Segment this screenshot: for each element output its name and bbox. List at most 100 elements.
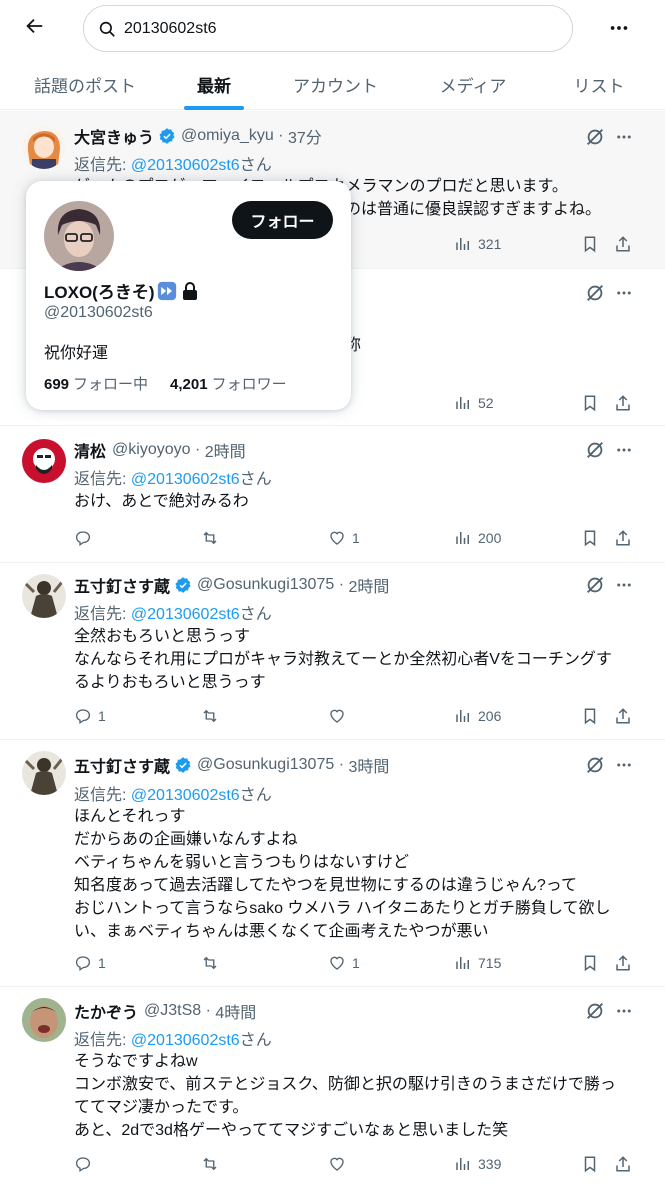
bookmark-button[interactable] — [581, 705, 599, 727]
avatar[interactable] — [22, 998, 66, 1042]
bookmark-button[interactable] — [581, 952, 599, 974]
back-button[interactable] — [18, 10, 50, 42]
repost-button[interactable] — [201, 952, 225, 974]
share-button[interactable] — [614, 527, 632, 549]
like-button[interactable]: 1 — [328, 527, 360, 549]
reply-button[interactable] — [74, 527, 98, 549]
author-handle[interactable]: @J3tS8 — [144, 1002, 201, 1020]
more-dots-icon — [617, 291, 631, 295]
hover-card-stats: 699 フォロー中 4,201 フォロワー — [44, 373, 287, 394]
author-handle[interactable]: @Gosunkugi13075 — [197, 756, 334, 774]
tweet-card[interactable]: 清松 @kiyoyoyo · 2時間 返信先: @20130602st6さん お… — [0, 427, 665, 563]
author-name[interactable]: 五寸釘さす蔵 — [74, 573, 170, 597]
grok-button[interactable] — [584, 126, 606, 148]
reply-icon — [75, 531, 91, 547]
tweet-header: たかぞう @J3tS8 · 4時間 — [74, 1000, 256, 1022]
share-button[interactable] — [614, 392, 632, 414]
bookmark-button[interactable] — [581, 527, 599, 549]
avatar[interactable] — [22, 125, 66, 169]
author-handle[interactable]: @kiyoyoyo — [112, 441, 191, 459]
tweet-card[interactable]: たかぞう @J3tS8 · 4時間 返信先: @20130602st6さん そう… — [0, 988, 665, 1199]
bookmark-button[interactable] — [581, 233, 599, 255]
analytics-icon — [456, 710, 469, 722]
avatar[interactable] — [22, 439, 66, 483]
share-button[interactable] — [614, 705, 632, 727]
hover-card-name[interactable]: LOXO(ろきそ) — [44, 278, 198, 303]
follow-button[interactable]: フォロー — [232, 201, 333, 239]
tweet-more-button[interactable] — [613, 126, 635, 148]
bookmark-button[interactable] — [581, 1153, 599, 1175]
tweet-text: ほんとそれっす だからあの企画嫌いなんすよね ベティちゃんを弱いと言うつもりはな… — [74, 808, 611, 940]
grok-button[interactable] — [584, 282, 606, 304]
tweet-more-button[interactable] — [613, 1000, 635, 1022]
author-handle[interactable]: @omiya_kyu — [181, 127, 274, 145]
tweet-card[interactable]: 五寸釘さす蔵 @Gosunkugi13075 · 3時間 返信先: @20130… — [0, 741, 665, 987]
search-input[interactable] — [124, 19, 524, 38]
bookmark-icon — [584, 236, 596, 253]
author-name[interactable]: たかぞう — [74, 999, 138, 1023]
tweet-card[interactable]: 五寸釘さす蔵 @Gosunkugi13075 · 2時間 返信先: @20130… — [0, 564, 665, 740]
tab-latest[interactable]: 最新 — [170, 58, 258, 110]
tweet-more-button[interactable] — [613, 574, 635, 596]
share-button[interactable] — [614, 233, 632, 255]
grok-button[interactable] — [584, 754, 606, 776]
views-button[interactable]: 339 — [454, 1153, 501, 1175]
reply-button[interactable]: 1 — [74, 705, 106, 727]
views-button[interactable]: 52 — [454, 392, 494, 414]
views-button[interactable]: 321 — [454, 233, 501, 255]
repost-button[interactable] — [201, 705, 225, 727]
search-box[interactable] — [83, 5, 573, 52]
grok-icon — [587, 285, 603, 301]
repost-button[interactable] — [201, 527, 225, 549]
following-count-link[interactable]: 699 フォロー中 — [44, 373, 148, 394]
reply-context: 返信先: @20130602st6さん — [74, 787, 272, 804]
tweet-time[interactable]: 37分 — [288, 124, 322, 148]
grok-button[interactable] — [584, 439, 606, 461]
author-name[interactable]: 五寸釘さす蔵 — [74, 753, 170, 777]
tweet-more-button[interactable] — [613, 439, 635, 461]
followers-count-link[interactable]: 4,201 フォロワー — [170, 373, 287, 394]
tab-accounts[interactable]: アカウント — [258, 58, 413, 110]
avatar[interactable] — [22, 751, 66, 795]
tab-media[interactable]: メディア — [413, 58, 533, 110]
reply-mention-link[interactable]: @20130602st6 — [131, 471, 240, 488]
tweet-time[interactable]: 4時間 — [215, 999, 256, 1023]
share-button[interactable] — [614, 1153, 632, 1175]
hover-card-avatar[interactable] — [44, 201, 114, 271]
verified-badge-icon — [174, 756, 192, 774]
hover-card-handle[interactable]: @20130602st6 — [44, 304, 153, 322]
like-button[interactable] — [328, 705, 352, 727]
author-handle[interactable]: @Gosunkugi13075 — [197, 576, 334, 594]
grok-button[interactable] — [584, 574, 606, 596]
tweet-more-button[interactable] — [613, 282, 635, 304]
tweet-time[interactable]: 2時間 — [205, 438, 246, 462]
search-tabs: 話題のポスト 最新 アカウント メディア リスト — [0, 58, 665, 110]
views-button[interactable]: 206 — [454, 705, 501, 727]
grok-button[interactable] — [584, 1000, 606, 1022]
reply-mention-link[interactable]: @20130602st6 — [131, 157, 240, 174]
reply-mention-link[interactable]: @20130602st6 — [131, 1032, 240, 1049]
reply-button[interactable] — [74, 1153, 98, 1175]
tweet-more-button[interactable] — [613, 754, 635, 776]
like-button[interactable] — [328, 1153, 352, 1175]
bookmark-button[interactable] — [581, 392, 599, 414]
reply-mention-link[interactable]: @20130602st6 — [131, 606, 240, 623]
like-button[interactable]: 1 — [328, 952, 360, 974]
author-name[interactable]: 大宮きゅう — [74, 124, 154, 148]
avatar[interactable] — [22, 574, 66, 618]
author-name[interactable]: 清松 — [74, 438, 106, 462]
views-button[interactable]: 200 — [454, 527, 501, 549]
reply-button[interactable]: 1 — [74, 952, 106, 974]
tweet-text: おけ、あとで絶対みるわ — [74, 493, 249, 510]
analytics-icon — [456, 238, 469, 250]
tweet-time[interactable]: 2時間 — [348, 573, 389, 597]
tab-lists[interactable]: リスト — [533, 58, 665, 110]
repost-button[interactable] — [201, 1153, 225, 1175]
tweet-time[interactable]: 3時間 — [348, 753, 389, 777]
reply-mention-link[interactable]: @20130602st6 — [131, 787, 240, 804]
views-button[interactable]: 715 — [454, 952, 501, 974]
tab-top[interactable]: 話題のポスト — [0, 58, 170, 110]
more-options-button[interactable] — [603, 12, 635, 44]
share-icon — [616, 955, 630, 971]
share-button[interactable] — [614, 952, 632, 974]
